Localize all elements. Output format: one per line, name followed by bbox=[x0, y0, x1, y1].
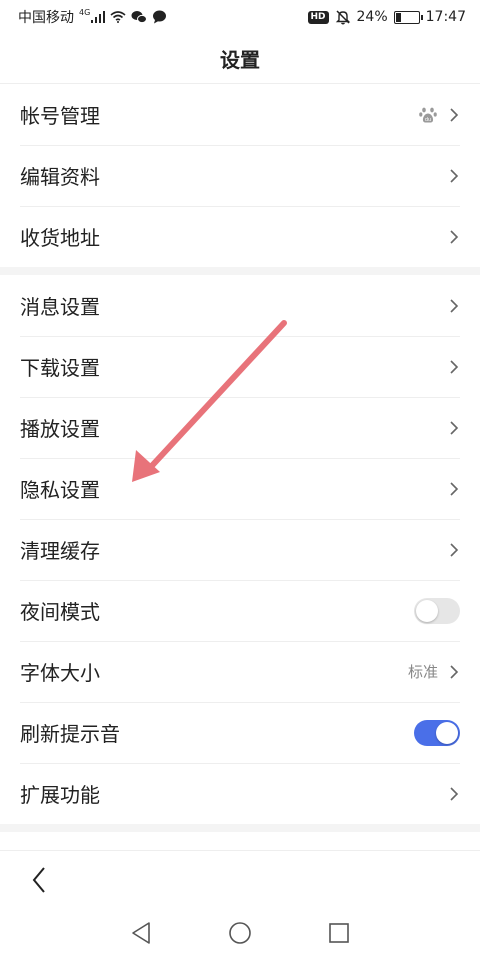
carrier-name: 中国移动 bbox=[18, 10, 74, 26]
settings-row-extensions[interactable]: 扩展功能 bbox=[0, 763, 480, 824]
row-label: 收货地址 bbox=[20, 226, 100, 250]
row-right bbox=[414, 597, 460, 624]
row-label: 帐号管理 bbox=[20, 104, 100, 128]
chevron-right-icon bbox=[450, 542, 459, 557]
settings-row-edit-profile[interactable]: 编辑资料 bbox=[0, 145, 480, 206]
settings-row-shipping-address[interactable]: 收货地址 bbox=[0, 206, 480, 267]
page-title: 设置 bbox=[220, 48, 260, 72]
row-right bbox=[448, 542, 460, 558]
row-label: 夜间模式 bbox=[20, 600, 100, 624]
night-mode-toggle[interactable] bbox=[414, 597, 460, 624]
row-label: 播放设置 bbox=[20, 417, 100, 441]
settings-row-font-size[interactable]: 字体大小 标准 bbox=[0, 641, 480, 702]
status-time: 17:47 bbox=[425, 9, 466, 25]
toggle-knob bbox=[436, 721, 458, 744]
row-label: 字体大小 bbox=[20, 661, 100, 685]
status-bar: 中国移动 4G HD 24% 17:47 bbox=[0, 0, 480, 34]
status-right: HD 24% 17:47 bbox=[307, 9, 466, 25]
chevron-right-icon bbox=[450, 229, 459, 244]
bottom-app-bar bbox=[0, 850, 480, 906]
font-size-value: 标准 bbox=[407, 663, 438, 681]
page-header: 设置 bbox=[0, 34, 480, 84]
row-right bbox=[414, 719, 460, 746]
battery-percent: 24% bbox=[356, 9, 388, 25]
nav-home-icon[interactable] bbox=[228, 921, 252, 945]
network-type: 4G bbox=[79, 7, 91, 17]
row-label: 扩展功能 bbox=[20, 783, 100, 807]
hd-badge: HD bbox=[307, 10, 329, 24]
baidu-paw-icon: du bbox=[419, 107, 437, 123]
settings-group-preferences: 消息设置 下载设置 播放设置 隐私设置 清理缓存 夜间模式 字体大小 标准 刷新… bbox=[0, 275, 480, 824]
back-arrow-icon bbox=[32, 867, 45, 893]
settings-row-clear-cache[interactable]: 清理缓存 bbox=[0, 519, 480, 580]
battery-fill bbox=[395, 12, 401, 22]
settings-row-download[interactable]: 下载设置 bbox=[0, 336, 480, 397]
settings-row-night-mode: 夜间模式 bbox=[0, 580, 480, 641]
chevron-right-icon bbox=[450, 168, 459, 183]
row-right: du bbox=[418, 105, 460, 125]
settings-row-clipped bbox=[0, 832, 480, 850]
row-label: 隐私设置 bbox=[20, 478, 100, 502]
nav-back-icon[interactable] bbox=[130, 921, 152, 945]
row-right: 标准 bbox=[408, 661, 460, 682]
row-right bbox=[448, 786, 460, 802]
row-label: 消息设置 bbox=[20, 295, 100, 319]
status-left: 中国移动 4G bbox=[18, 7, 167, 27]
row-right bbox=[448, 298, 460, 314]
row-label: 清理缓存 bbox=[20, 539, 100, 563]
group-divider bbox=[0, 267, 480, 275]
settings-row-refresh-sound: 刷新提示音 bbox=[0, 702, 480, 763]
row-right bbox=[448, 229, 460, 245]
chevron-right-icon bbox=[450, 664, 459, 679]
row-right bbox=[448, 481, 460, 497]
row-right bbox=[448, 359, 460, 375]
row-label: 编辑资料 bbox=[20, 165, 100, 189]
settings-row-playback[interactable]: 播放设置 bbox=[0, 397, 480, 458]
system-nav-bar bbox=[0, 906, 480, 960]
chevron-right-icon bbox=[450, 420, 459, 435]
toggle-knob bbox=[416, 599, 438, 622]
message-icon bbox=[153, 10, 167, 24]
settings-row-privacy[interactable]: 隐私设置 bbox=[0, 458, 480, 519]
battery-icon bbox=[393, 10, 423, 24]
row-label: 刷新提示音 bbox=[20, 722, 120, 746]
nav-recents-icon[interactable] bbox=[328, 922, 350, 944]
refresh-sound-toggle[interactable] bbox=[414, 719, 460, 746]
row-right bbox=[448, 420, 460, 436]
signal-icon bbox=[91, 11, 106, 23]
row-right bbox=[448, 168, 460, 184]
chevron-right-icon bbox=[450, 359, 459, 374]
group-divider bbox=[0, 824, 480, 832]
chevron-right-icon bbox=[450, 786, 459, 801]
back-button[interactable] bbox=[22, 863, 56, 897]
chevron-right-icon bbox=[450, 298, 459, 313]
settings-group-account: 帐号管理 du 编辑资料 收货地址 bbox=[0, 84, 480, 267]
mute-icon bbox=[335, 10, 350, 25]
svg-text:du: du bbox=[425, 117, 431, 123]
wifi-icon bbox=[110, 11, 126, 23]
chevron-right-icon bbox=[450, 107, 459, 122]
chevron-right-icon bbox=[450, 481, 459, 496]
settings-row-account-management[interactable]: 帐号管理 du bbox=[0, 84, 480, 145]
wechat-icon bbox=[131, 11, 148, 24]
row-label: 下载设置 bbox=[20, 356, 100, 380]
settings-row-message[interactable]: 消息设置 bbox=[0, 275, 480, 336]
